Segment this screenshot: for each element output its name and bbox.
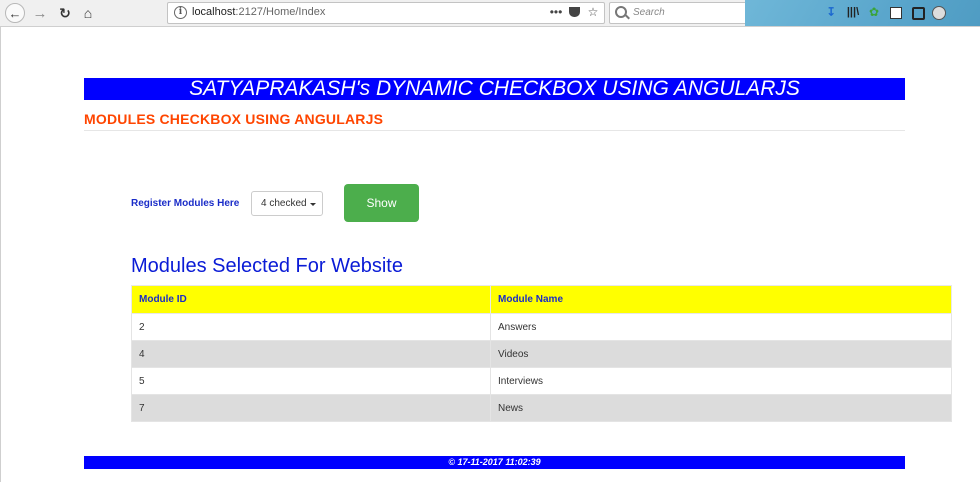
home-icon[interactable]: ⌂ xyxy=(78,3,98,23)
search-placeholder: Search xyxy=(633,7,665,18)
library-icon[interactable]: |||\ xyxy=(846,5,860,19)
caret-down-icon xyxy=(309,202,316,206)
toolbar-right-area: ↧ |||\ ✿ xyxy=(745,0,980,26)
cell-module-name: Interviews xyxy=(490,367,952,395)
url-path: :2127/Home/Index xyxy=(235,6,326,18)
modules-table: Module ID Module Name 2 Answers 4 Videos… xyxy=(131,285,952,422)
url-host: localhost xyxy=(192,6,236,18)
search-icon xyxy=(615,6,627,18)
table-row: 2 Answers xyxy=(131,313,952,341)
url-actions: ••• ☆ xyxy=(549,5,600,19)
sidebar-icon[interactable] xyxy=(912,7,925,20)
url-text[interactable]: localhost:2127/Home/Index xyxy=(192,6,325,18)
page-content: SATYAPRAKASH's DYNAMIC CHECKBOX USING AN… xyxy=(0,27,980,482)
star-icon[interactable]: ☆ xyxy=(586,5,600,19)
reload-icon[interactable]: ↻ xyxy=(55,3,75,23)
cell-module-id: 4 xyxy=(131,340,491,368)
modules-dropdown[interactable]: 4 checked xyxy=(251,191,323,216)
pdf-icon[interactable] xyxy=(890,7,902,19)
subheading-divider xyxy=(84,130,905,131)
table-row: 5 Interviews xyxy=(131,367,952,395)
browser-window: ← → ↻ ⌂ i localhost:2127/Home/Index ••• … xyxy=(0,0,980,482)
back-arrow-icon[interactable]: ← xyxy=(5,3,25,23)
header-module-name: Module Name xyxy=(490,285,952,314)
url-bar[interactable]: i localhost:2127/Home/Index ••• ☆ xyxy=(167,2,605,24)
table-row: 4 Videos xyxy=(131,340,952,368)
header-module-id: Module ID xyxy=(131,285,491,314)
forward-arrow-icon[interactable]: → xyxy=(30,3,50,23)
cell-module-name: Videos xyxy=(490,340,952,368)
cell-module-id: 5 xyxy=(131,367,491,395)
table-row: 7 News xyxy=(131,394,952,422)
search-bar[interactable]: Search xyxy=(609,2,747,24)
cell-module-name: Answers xyxy=(490,313,952,341)
leaf-icon[interactable]: ✿ xyxy=(867,5,881,19)
page-footer: © 17-11-2017 11:02:39 xyxy=(84,456,905,469)
info-icon[interactable]: i xyxy=(174,6,187,19)
page-actions-icon[interactable]: ••• xyxy=(549,5,563,19)
section-title: Modules Selected For Website xyxy=(131,255,403,277)
register-modules-label: Register Modules Here xyxy=(131,198,240,209)
cell-module-id: 7 xyxy=(131,394,491,422)
pocket-icon[interactable] xyxy=(569,7,580,17)
browser-toolbar: ← → ↻ ⌂ i localhost:2127/Home/Index ••• … xyxy=(0,0,980,27)
dropdown-value: 4 checked xyxy=(261,198,307,209)
show-button[interactable]: Show xyxy=(344,184,419,222)
cell-module-name: News xyxy=(490,394,952,422)
table-header-row: Module ID Module Name xyxy=(131,285,952,314)
extension-icon[interactable] xyxy=(932,6,946,20)
page-banner: SATYAPRAKASH's DYNAMIC CHECKBOX USING AN… xyxy=(84,78,905,100)
cell-module-id: 2 xyxy=(131,313,491,341)
page-subheading: MODULES CHECKBOX USING ANGULARJS xyxy=(84,111,384,127)
download-icon[interactable]: ↧ xyxy=(824,5,838,19)
